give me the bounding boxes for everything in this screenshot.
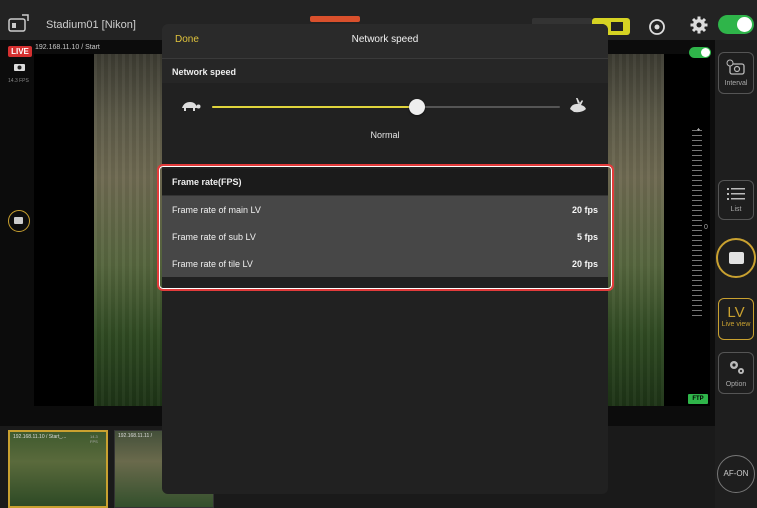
- highlight-box: [157, 164, 614, 291]
- list-icon: [727, 188, 745, 200]
- scale-zero-mark: 0: [704, 224, 708, 231]
- main-toggle[interactable]: [718, 15, 754, 34]
- camera-icon: [14, 64, 25, 71]
- list-label: List: [730, 206, 742, 213]
- modal-title: Network speed: [351, 34, 419, 45]
- recording-indicator: [310, 16, 360, 22]
- shutter-button[interactable]: [716, 238, 756, 278]
- option-button[interactable]: Option: [718, 352, 754, 394]
- live-view-label: Live view: [721, 321, 751, 328]
- network-speed-section-label: Network speed: [172, 67, 237, 77]
- slider-knob[interactable]: [409, 99, 426, 115]
- option-label: Option: [725, 381, 747, 388]
- af-on-button[interactable]: AF-ON: [717, 455, 755, 493]
- thumbnail-item[interactable]: 192.168.11.10 / Start_... 14.3 FPS: [8, 430, 108, 508]
- liveview-toggle[interactable]: [689, 47, 711, 58]
- location-icon[interactable]: [648, 18, 666, 36]
- interval-button[interactable]: Interval: [718, 52, 754, 94]
- fps-readout: 14.3 FPS: [8, 78, 29, 84]
- thumbnail-fps: 14.3 FPS: [90, 434, 98, 444]
- turtle-icon: [182, 102, 201, 111]
- option-gear-icon: [730, 361, 744, 374]
- slider-fill: [212, 106, 418, 108]
- lv-text: LV: [727, 304, 745, 321]
- exposure-scale: [692, 130, 702, 320]
- network-speed-value: Normal: [370, 130, 400, 140]
- gear-icon[interactable]: [690, 16, 708, 34]
- modal-header: Done Network speed: [162, 24, 608, 59]
- plus-icon: [697, 128, 700, 131]
- list-button[interactable]: List: [718, 180, 754, 220]
- interval-label: Interval: [724, 80, 748, 87]
- interval-icon: [726, 59, 745, 75]
- app-title: Stadium01 [Nikon]: [46, 19, 136, 31]
- live-view-button[interactable]: LV Live view: [718, 298, 754, 340]
- thumbnail-label: 192.168.11.10 / Start_...: [13, 434, 67, 440]
- live-badge: LIVE: [8, 46, 32, 57]
- ftp-badge: FTP: [688, 394, 708, 404]
- camera-ip-label: 192.168.11.10 / Start: [35, 44, 100, 51]
- shutter-button-left[interactable]: [8, 210, 30, 232]
- thumbnail-label: 192.168.11.11 /: [118, 433, 153, 439]
- network-speed-slider[interactable]: [212, 99, 560, 115]
- camera-list-icon[interactable]: [8, 14, 30, 32]
- rabbit-icon: [570, 98, 586, 113]
